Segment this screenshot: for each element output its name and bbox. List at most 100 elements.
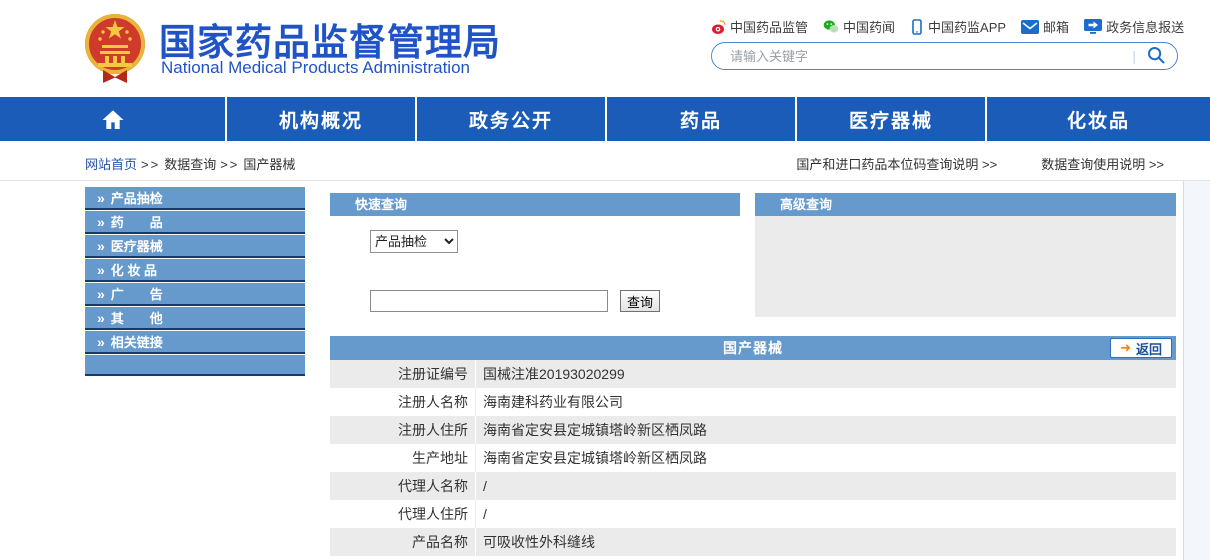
site-header: 国家药品监督管理局 National Medical Products Admi…	[0, 0, 1210, 97]
table-row: 代理人名称 /	[330, 472, 1176, 500]
sidebar: » 产品抽检 » 药 品 » 医疗器械 » 化 妆 品 » 广 告 » 其 他 » 相关链接	[85, 187, 305, 376]
breadcrumb-home[interactable]: 网站首页	[85, 157, 137, 172]
help-link-drug-code[interactable]: 国产和进口药品本位码查询说明 >>	[796, 154, 997, 173]
advanced-query-header: 高级查询	[755, 193, 1176, 216]
national-emblem-logo	[83, 8, 147, 86]
link-label: 中国药监APP	[928, 17, 1006, 36]
nav-item-devices[interactable]: 医疗器械	[797, 97, 987, 141]
search-input[interactable]	[730, 49, 1132, 64]
table-row: 注册人住所 海南省定安县定城镇塔岭新区栖凤路	[330, 416, 1176, 444]
sidebar-item-label: 其 他	[111, 308, 163, 327]
link-label: 中国药品监管	[730, 17, 808, 36]
sidebar-item-cosmetics[interactable]: » 化 妆 品	[85, 259, 305, 282]
chevron-right-icon: »	[97, 286, 105, 302]
nav-item-gov[interactable]: 政务公开	[417, 97, 607, 141]
main-content: »产品抽检 »药 品 »医疗器械 »化 妆 品 »广 告 »其 他 »相关链接 …	[0, 181, 1210, 560]
table-row: 注册人名称 海南建科药业有限公司	[330, 388, 1176, 416]
weibo-icon	[710, 19, 726, 35]
search-button[interactable]	[1145, 45, 1167, 67]
link-mail[interactable]: 邮箱	[1021, 17, 1069, 36]
sidebar-item-label: 药 品	[111, 212, 163, 231]
sidebar-item-label: 医疗器械	[111, 236, 163, 255]
nav-item-cosmetics[interactable]: 化妆品	[987, 97, 1210, 141]
result-table: 国产器械 ➜ 返回 注册证编号 国械注准20193020299 注册人名称 海南…	[330, 336, 1176, 556]
sidebar-item-label: 产品抽检	[111, 188, 163, 207]
breadcrumb-row: 网站首页>>数据查询>>国产器械 国产和进口药品本位码查询说明 >> 数据查询使…	[0, 141, 1210, 181]
back-button-label: 返回	[1136, 339, 1162, 358]
sidebar-item-other[interactable]: » 其 他	[85, 307, 305, 330]
row-value: 海南建科药业有限公司	[476, 388, 623, 416]
wechat-icon	[823, 19, 839, 34]
quick-query-search-button[interactable]: 查询	[620, 290, 660, 312]
table-row: 生产地址 海南省定安县定城镇塔岭新区栖凤路	[330, 444, 1176, 472]
nav-item-drugs[interactable]: 药品	[607, 97, 797, 141]
chevron-right-icon: »	[97, 310, 105, 326]
header-quick-links: 中国药品监管 中国药闻 中国药监APP 邮箱	[710, 17, 1184, 36]
sidebar-item-label: 相关链接	[111, 332, 163, 351]
quick-query-category-select[interactable]: 产品抽检	[370, 230, 458, 253]
row-label: 代理人名称	[330, 472, 476, 500]
sidebar-item-label: 化 妆 品	[111, 260, 157, 279]
row-value: 海南省定安县定城镇塔岭新区栖凤路	[476, 416, 707, 444]
nav-item-org[interactable]: 机构概况	[227, 97, 417, 141]
quick-query-panel: 快速查询 产品抽检 查询	[330, 193, 740, 323]
row-label: 注册人名称	[330, 388, 476, 416]
quick-query-header: 快速查询	[330, 193, 740, 216]
row-value: 海南省定安县定城镇塔岭新区栖凤路	[476, 444, 707, 472]
sidebar-item-label: 广 告	[111, 284, 163, 303]
quick-query-input[interactable]	[370, 290, 608, 312]
result-header-bar: 国产器械 ➜ 返回	[330, 336, 1176, 360]
back-button[interactable]: ➜ 返回	[1110, 338, 1172, 358]
sidebar-item-medical-devices[interactable]: » 医疗器械	[85, 235, 305, 258]
nav-home[interactable]	[0, 97, 227, 141]
help-link-query-guide[interactable]: 数据查询使用说明 >>	[1041, 154, 1164, 173]
result-title: 国产器械	[330, 336, 1176, 360]
link-report[interactable]: 政务信息报送	[1084, 17, 1184, 36]
link-weibo[interactable]: 中国药品监管	[710, 17, 808, 36]
link-wechat[interactable]: 中国药闻	[823, 17, 895, 36]
chevron-right-icon: »	[97, 334, 105, 350]
phone-icon	[910, 19, 924, 35]
row-label: 注册证编号	[330, 360, 476, 388]
row-value: /	[476, 472, 487, 500]
breadcrumb-data-query[interactable]: 数据查询	[164, 157, 216, 172]
table-row: 产品名称 可吸收性外科缝线	[330, 528, 1176, 556]
breadcrumb: 网站首页>>数据查询>>国产器械	[85, 154, 295, 173]
row-value: 可吸收性外科缝线	[476, 528, 595, 556]
chevron-right-icon: »	[97, 190, 105, 206]
site-subtitle: National Medical Products Administration	[161, 58, 470, 78]
sidebar-item-product-sampling[interactable]: » 产品抽检	[85, 187, 305, 210]
site-search: |	[711, 42, 1178, 70]
arrow-right-icon: ➜	[1120, 340, 1131, 356]
row-label: 代理人住所	[330, 500, 476, 528]
chevron-right-icon: »	[97, 214, 105, 230]
row-value: 国械注准20193020299	[476, 360, 625, 388]
sidebar-item-related-links[interactable]: » 相关链接	[85, 331, 305, 354]
search-divider: |	[1132, 48, 1136, 64]
chevron-right-icon: »	[97, 262, 105, 278]
row-label: 注册人住所	[330, 416, 476, 444]
link-label: 中国药闻	[843, 17, 895, 36]
advanced-query-panel: 高级查询	[755, 193, 1176, 317]
sidebar-item-drugs[interactable]: » 药 品	[85, 211, 305, 234]
row-value: /	[476, 500, 487, 528]
help-links: 国产和进口药品本位码查询说明 >> 数据查询使用说明 >>	[796, 154, 1164, 173]
row-label: 产品名称	[330, 528, 476, 556]
table-row: 代理人住所 /	[330, 500, 1176, 528]
advanced-query-body	[755, 216, 1176, 317]
right-gutter	[1183, 181, 1210, 560]
breadcrumb-separator: >>	[220, 157, 239, 172]
row-label: 生产地址	[330, 444, 476, 472]
chevron-right-icon: »	[97, 238, 105, 254]
mail-icon	[1021, 20, 1039, 34]
link-app[interactable]: 中国药监APP	[910, 17, 1006, 36]
search-icon	[1146, 45, 1166, 65]
sidebar-item-advertising[interactable]: » 广 告	[85, 283, 305, 306]
main-nav: 机构概况 政务公开 药品 医疗器械 化妆品	[0, 97, 1210, 141]
breadcrumb-current: 国产器械	[243, 157, 295, 172]
link-label: 邮箱	[1043, 17, 1069, 36]
quick-query-body: 产品抽检 查询	[330, 216, 740, 323]
result-rows: 注册证编号 国械注准20193020299 注册人名称 海南建科药业有限公司 注…	[330, 360, 1176, 556]
sidebar-filler	[85, 355, 305, 376]
monitor-icon	[1084, 19, 1102, 35]
